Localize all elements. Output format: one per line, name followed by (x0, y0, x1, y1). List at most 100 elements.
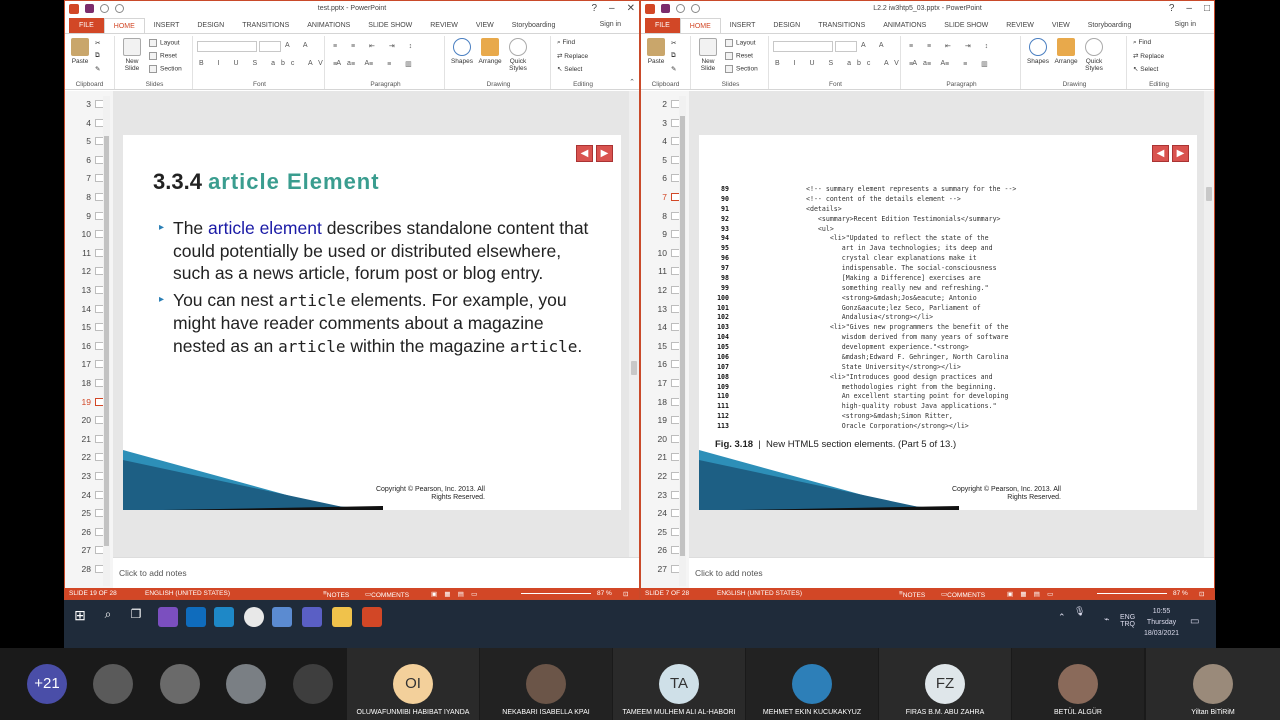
participant-tile[interactable]: NEKABARI ISABELLA KPAI (480, 648, 612, 720)
prev-slide-icon[interactable]: ◀ (576, 145, 593, 162)
view-buttons[interactable]: ▣ ▦ ▤ ▭ (431, 590, 477, 598)
file-explorer-icon[interactable] (332, 607, 352, 627)
format-painter-icon[interactable]: ✎ (671, 65, 676, 73)
comments-button[interactable]: ▭ COMMENTS (365, 590, 409, 599)
font-size-buttons[interactable]: A A (285, 42, 314, 49)
notes-pane[interactable]: Click to add notes (113, 557, 639, 587)
windows-start-icon[interactable]: ⊞ (70, 607, 90, 627)
minimize-icon[interactable]: – (1186, 3, 1192, 14)
new-slide-button[interactable]: New Slide (695, 38, 721, 72)
tab-review[interactable]: REVIEW (421, 18, 467, 33)
editor-scrollbar[interactable] (629, 91, 639, 557)
help-icon[interactable]: ? (591, 3, 597, 14)
sign-in-link[interactable]: Sign in (600, 21, 621, 28)
list-buttons[interactable]: ≡ ≡ ⇤ ⇥ ↕ (333, 42, 418, 50)
font-name-combo[interactable] (197, 41, 257, 52)
next-slide-icon[interactable]: ▶ (596, 145, 613, 162)
tab-transitions[interactable]: TRANSITIONS (233, 18, 298, 33)
quick-styles-button[interactable]: Quick Styles (505, 38, 531, 72)
view-buttons[interactable]: ▣ ▦ ▤ ▭ (1007, 590, 1053, 598)
powerpoint-taskbar-icon[interactable] (362, 607, 382, 627)
replace-button[interactable]: ⇄ Replace (1133, 52, 1164, 60)
find-button[interactable]: ⌕ Find (557, 39, 575, 47)
slide[interactable]: ◀ ▶ 3.3.4 article Element ▸ The article … (123, 135, 621, 510)
network-icon[interactable]: ⌁ (1104, 614, 1109, 625)
tab-home[interactable]: HOME (679, 17, 721, 34)
participant-tile[interactable]: TA TAMEEM MULHEM ALI AL-HABORI (613, 648, 745, 720)
participant-tile[interactable]: FZ FIRAS B.M. ABU ZAHRA (879, 648, 1011, 720)
task-view-icon[interactable]: ❐ (126, 607, 146, 627)
participant-tile[interactable]: OI OLUWAFUNMIBI HABIBAT IYANDA (347, 648, 479, 720)
store-icon[interactable] (214, 607, 234, 627)
copy-icon[interactable]: ⧉ (671, 52, 676, 60)
layout-button[interactable]: Layout (149, 39, 180, 47)
tab-storyboarding[interactable]: Storyboarding (1079, 18, 1141, 33)
language-status[interactable]: ENGLISH (UNITED STATES) (145, 590, 230, 597)
copy-icon[interactable]: ⧉ (95, 52, 100, 60)
tab-slide-show[interactable]: SLIDE SHOW (935, 18, 997, 33)
tab-file[interactable]: FILE (69, 18, 104, 33)
calculator-icon[interactable] (272, 607, 292, 627)
reset-button[interactable]: Reset (725, 52, 753, 60)
new-slide-button[interactable]: New Slide (119, 38, 145, 72)
tab-insert[interactable]: INSERT (145, 18, 189, 33)
next-slide-icon[interactable]: ▶ (1172, 145, 1189, 162)
list-buttons[interactable]: ≡ ≡ ⇤ ⇥ ↕ (909, 42, 994, 50)
comments-button[interactable]: ▭ COMMENTS (941, 590, 985, 599)
zoom-slider[interactable] (521, 593, 591, 594)
prev-slide-icon[interactable]: ◀ (1152, 145, 1169, 162)
editor-scrollbar[interactable] (1204, 91, 1214, 557)
quick-styles-button[interactable]: Quick Styles (1081, 38, 1107, 72)
select-button[interactable]: ↖ Select (1133, 65, 1158, 73)
notifications-icon[interactable]: ▭ (1190, 616, 1199, 627)
section-button[interactable]: Section (149, 65, 182, 73)
shapes-button[interactable]: Shapes (449, 38, 475, 65)
paste-button[interactable]: Paste (67, 38, 93, 65)
tab-review[interactable]: REVIEW (997, 18, 1043, 33)
participant-avatar[interactable] (293, 664, 333, 704)
tab-design[interactable]: DESIGN (188, 18, 233, 33)
visual-studio-icon[interactable] (158, 607, 178, 627)
tab-animations[interactable]: ANIMATIONS (298, 18, 359, 33)
tab-insert[interactable]: INSERT (721, 18, 765, 33)
format-painter-icon[interactable]: ✎ (95, 65, 100, 73)
more-participants-button[interactable]: +21 (27, 664, 67, 704)
thumbnail-scrollbar[interactable] (679, 96, 686, 586)
maximize-icon[interactable]: □ (1204, 3, 1210, 14)
find-button[interactable]: ⌕ Find (1133, 39, 1151, 47)
tab-view[interactable]: VIEW (467, 18, 503, 33)
fit-to-window-icon[interactable]: ⊡ (623, 590, 628, 598)
reset-button[interactable]: Reset (149, 52, 177, 60)
chrome-icon[interactable] (244, 607, 264, 627)
show-hidden-icons[interactable]: ⌃ (1058, 612, 1066, 623)
cut-icon[interactable]: ✂ (671, 39, 676, 47)
search-icon[interactable]: ⌕ (98, 607, 118, 627)
select-button[interactable]: ↖ Select (557, 65, 582, 73)
tab-storyboarding[interactable]: Storyboarding (503, 18, 565, 33)
notes-button[interactable]: ≡ NOTES (323, 590, 349, 599)
teams-icon[interactable] (302, 607, 322, 627)
language-status[interactable]: ENGLISH (UNITED STATES) (717, 590, 802, 597)
tab-view[interactable]: VIEW (1043, 18, 1079, 33)
close-icon[interactable]: ✕ (627, 3, 635, 14)
participant-avatar[interactable] (93, 664, 133, 704)
input-language[interactable]: ENG TRQ (1120, 614, 1135, 628)
participant-tile[interactable]: Yiltan BiTiRiM (1146, 648, 1280, 720)
layout-button[interactable]: Layout (725, 39, 756, 47)
thumbnail-scrollbar[interactable] (103, 96, 110, 586)
arrange-button[interactable]: Arrange (477, 38, 503, 65)
participant-tile[interactable]: MEHMET EKIN KUCUKAKYUZ (746, 648, 878, 720)
participant-tile[interactable]: BETÜL ALGÜR (1012, 648, 1144, 720)
outlook-icon[interactable] (186, 607, 206, 627)
font-size-combo[interactable] (835, 41, 857, 52)
font-name-combo[interactable] (773, 41, 833, 52)
cut-icon[interactable]: ✂ (95, 39, 100, 47)
slide[interactable]: ◀ ▶ 89 <!-- summary element represents a … (699, 135, 1197, 510)
font-size-combo[interactable] (259, 41, 281, 52)
tab-design[interactable]: DESIGN (764, 18, 809, 33)
align-buttons[interactable]: ≡ ≡ ≡ ≡ ▥ (333, 60, 418, 68)
arrange-button[interactable]: Arrange (1053, 38, 1079, 65)
participant-avatar[interactable] (226, 664, 266, 704)
notes-button[interactable]: ≡ NOTES (899, 590, 925, 599)
align-buttons[interactable]: ≡ ≡ ≡ ≡ ▥ (909, 60, 994, 68)
